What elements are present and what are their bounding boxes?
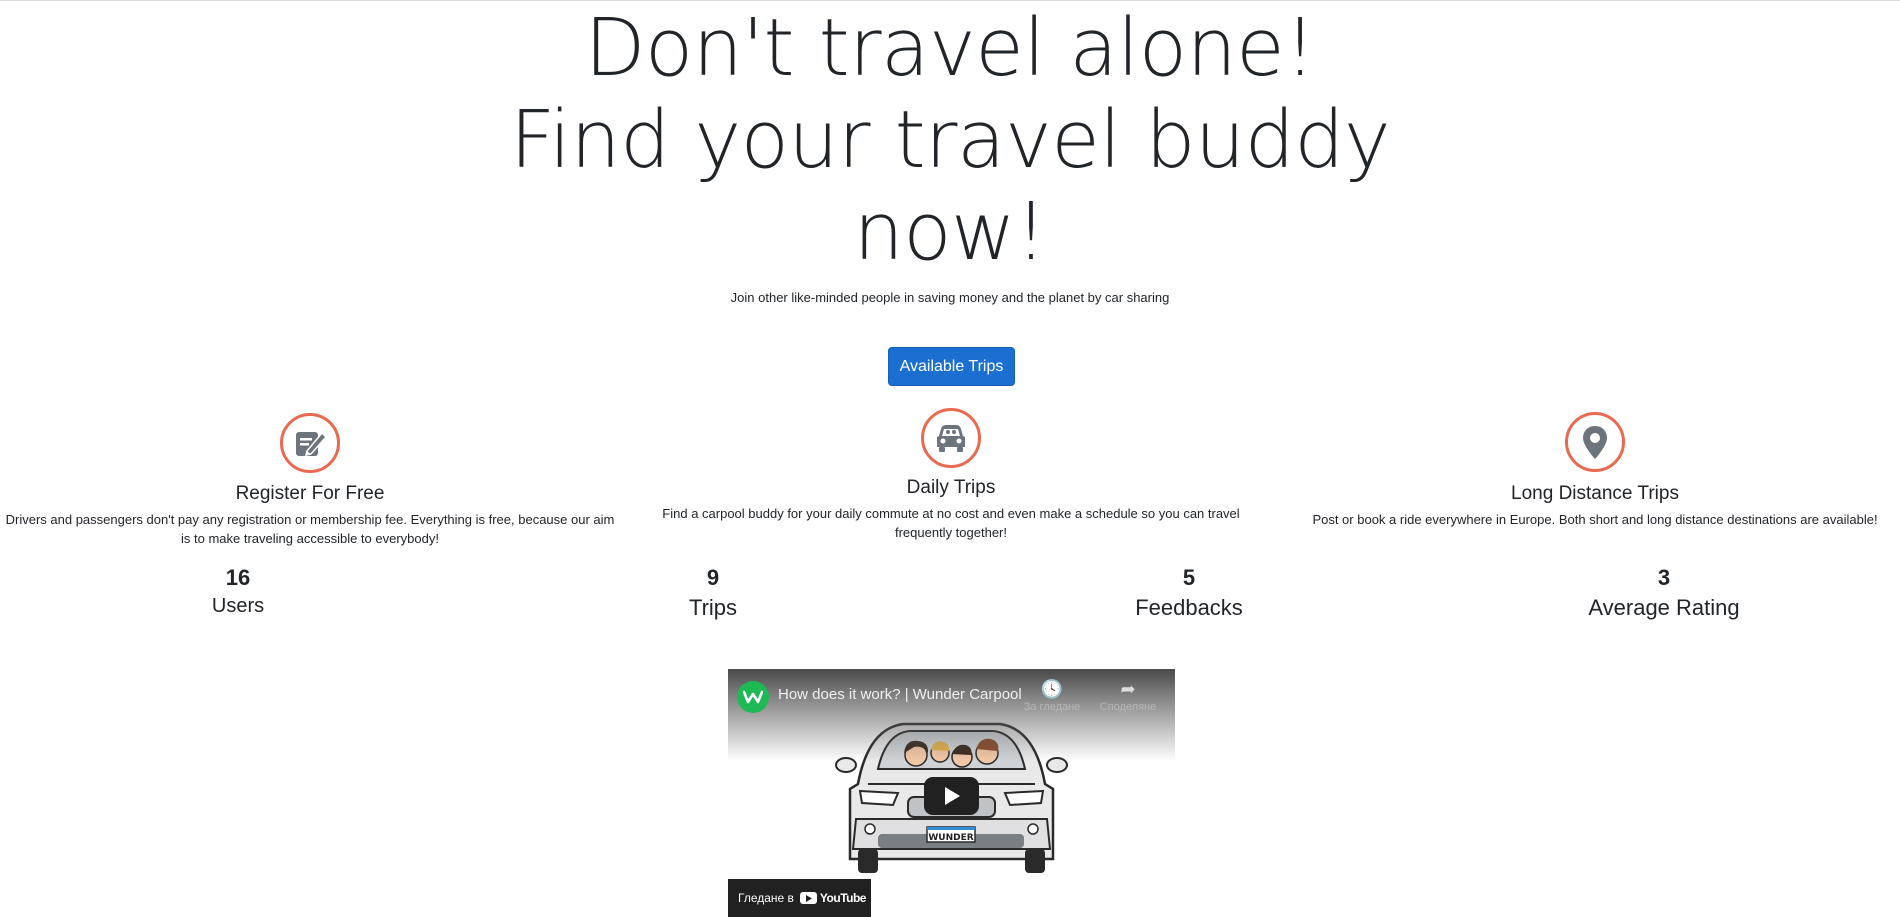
stat-users: 16 Users [88,565,388,619]
play-button[interactable] [924,777,979,815]
feature-daily-trips: Daily Trips Find a carpool buddy for you… [660,408,1242,542]
watch-on-label: Гледане в [738,891,794,905]
share-icon: ➦ [1120,679,1136,699]
hero-title-line-1: Don't travel alone! [584,2,1316,94]
available-trips-button[interactable]: Available Trips [888,347,1015,386]
feature-title: Register For Free [235,483,385,504]
channel-logo-icon[interactable] [737,681,769,713]
video-title-link[interactable]: How does it work? | Wunder Carpool [778,686,1022,703]
stat-value: 16 [225,565,251,590]
stat-label: Users [211,595,265,617]
feature-register: Register For Free Drivers and passengers… [0,413,620,548]
stat-value: 5 [1182,565,1196,590]
map-pin-icon [1565,412,1625,472]
youtube-logo: YouTube [799,891,867,905]
youtube-play-icon [799,892,817,904]
license-plate-text: WUNDER [928,833,973,843]
stat-label: Average Rating [1588,595,1740,620]
feature-description: Drivers and passengers don't pay any reg… [5,512,615,546]
car-icon [921,408,981,468]
feature-long-distance: Long Distance Trips Post or book a ride … [1310,412,1880,529]
hero-title-line-3: now! [853,186,1047,278]
stat-average-rating: 3 Average Rating [1514,565,1814,621]
clock-icon: 🕓 [1040,679,1064,699]
edit-icon [280,413,340,473]
feature-title: Daily Trips [906,477,996,498]
stat-value: 9 [706,565,720,590]
youtube-video-embed[interactable]: WUNDER How does it work? | Wunder Carpoo… [728,669,1175,917]
youtube-wordmark: YouTube [819,891,867,905]
stat-label: Trips [688,595,738,620]
watch-later-button[interactable]: 🕓 За гледане [1022,679,1082,713]
feature-description: Find a carpool buddy for your daily comm… [662,506,1240,540]
feature-description: Post or book a ride everywhere in Europe… [1312,512,1878,527]
share-button[interactable]: ➦ Споделяне [1098,679,1158,713]
hero-subtitle: Join other like-minded people in saving … [730,290,1170,305]
top-divider [0,0,1900,1]
stat-trips: 9 Trips [563,565,863,621]
stat-value: 3 [1657,565,1671,590]
hero-title: Don't travel alone! Find your travel bud… [0,2,1900,278]
hero-title-line-2: Find your travel buddy [509,94,1391,186]
watch-on-youtube-button[interactable]: Гледане в YouTube [728,879,871,917]
feature-title: Long Distance Trips [1511,483,1679,504]
stat-label: Feedbacks [1135,595,1243,620]
share-label: Споделяне [1099,701,1157,713]
play-icon [944,787,960,805]
stat-feedbacks: 5 Feedbacks [1039,565,1339,621]
watch-later-label: За гледане [1023,701,1081,713]
